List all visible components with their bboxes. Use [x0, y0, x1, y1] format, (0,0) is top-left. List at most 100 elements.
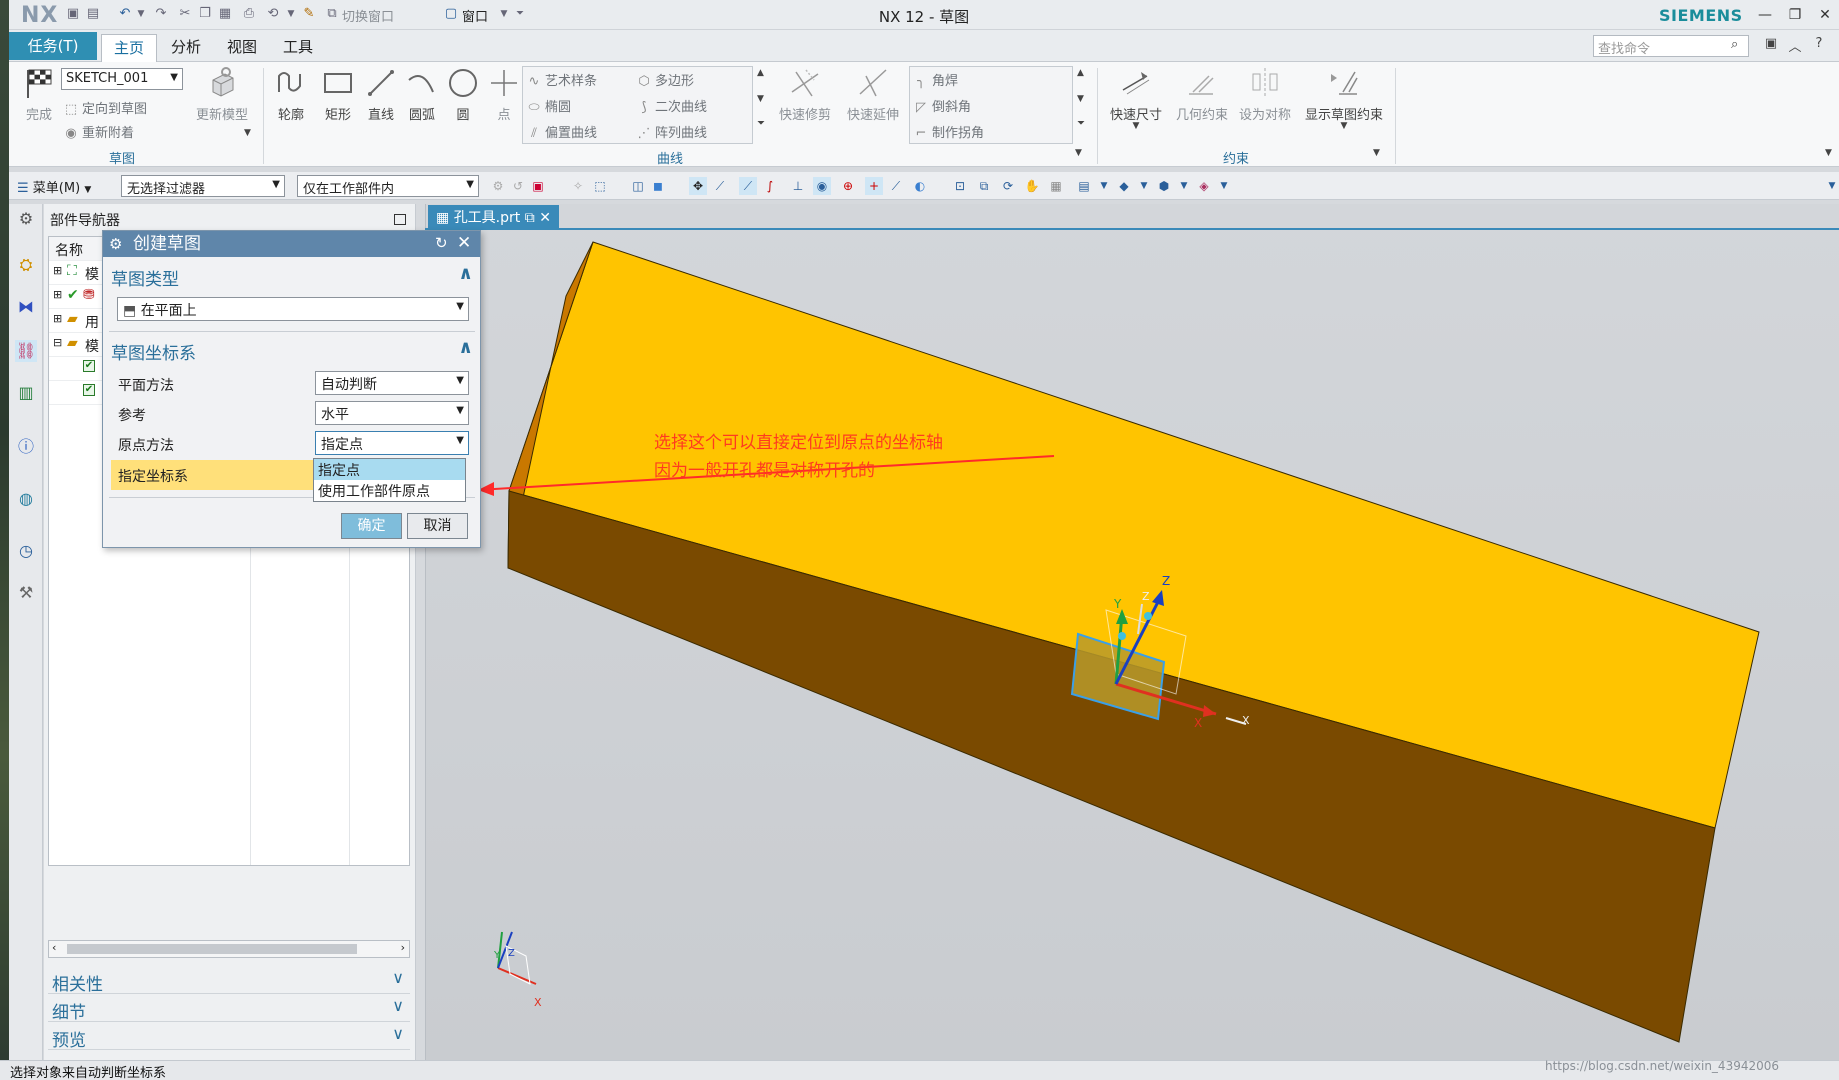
plane-method-select[interactable]: 自动判断 ▼: [315, 371, 469, 395]
checkbox-icon[interactable]: ✔: [83, 360, 95, 372]
box-select-icon[interactable]: ◫: [629, 177, 647, 195]
fillet-button[interactable]: ╮ 角焊: [914, 70, 958, 89]
rotation-handle[interactable]: [1144, 612, 1152, 620]
fit-view-icon[interactable]: ⊡: [951, 177, 969, 195]
tab-home[interactable]: 主页: [101, 34, 158, 62]
undo-icon[interactable]: ↶: [117, 6, 133, 22]
part-navigator-icon[interactable]: ⛭: [15, 254, 37, 276]
on-curve-snap-icon[interactable]: ⟋: [739, 177, 757, 195]
conic-button[interactable]: ⟆ 二次曲线: [637, 96, 707, 115]
update-model-button[interactable]: 更新模型: [191, 66, 253, 123]
window-menu-dropdown-icon[interactable]: ▼: [496, 6, 512, 22]
dependencies-panel-header[interactable]: 相关性 ∨: [48, 968, 410, 995]
sketch-name-select[interactable]: SKETCH_001 ▼: [61, 68, 183, 90]
help-icon[interactable]: ?: [1809, 36, 1829, 56]
restore-icon[interactable]: ❐: [1783, 4, 1807, 26]
center-snap-icon[interactable]: ◉: [813, 177, 831, 195]
lasso-icon[interactable]: ✧: [569, 177, 587, 195]
task-menu-button[interactable]: 任务(T): [9, 32, 97, 60]
switch-window-icon[interactable]: ⧉: [324, 6, 340, 22]
column-header-name[interactable]: 名称: [55, 240, 83, 260]
cancel-button[interactable]: 取消: [407, 513, 468, 539]
undo-dropdown-icon[interactable]: ▼: [133, 6, 149, 22]
pattern-curve-button[interactable]: ⋰ 阵列曲线: [637, 122, 708, 141]
gallery-expand-icon[interactable]: ⏷: [757, 118, 765, 129]
quick-extend-button[interactable]: 快速延伸: [843, 66, 903, 123]
finish-sketch-button[interactable]: 完成: [19, 66, 59, 123]
toolbar-more-icon[interactable]: ▼: [1823, 177, 1839, 195]
dialog-title[interactable]: 创建草图: [103, 231, 480, 257]
close-window-icon[interactable]: ✕: [1813, 4, 1837, 26]
display-sketch-constraints-button[interactable]: 显示草图约束 ▼: [1299, 66, 1389, 131]
scrollbar-thumb[interactable]: [67, 944, 357, 954]
window-menu[interactable]: 窗口: [462, 6, 488, 25]
pan-icon[interactable]: ✋: [1023, 177, 1041, 195]
gallery-scroll-down-icon[interactable]: ▼: [757, 94, 764, 104]
assembly-navigator-icon[interactable]: ⧓: [15, 296, 37, 318]
dropdown-option-work-part-origin[interactable]: 使用工作部件原点: [314, 480, 465, 501]
collapse-icon[interactable]: ⊟: [53, 336, 62, 349]
constraint-navigator-icon[interactable]: ⛓: [15, 340, 37, 362]
tab-analysis[interactable]: 分析: [159, 34, 213, 62]
render-style-icon[interactable]: ▤: [1075, 177, 1093, 195]
rotate-icon[interactable]: ⟳: [999, 177, 1017, 195]
existing-point-snap-icon[interactable]: ⟋: [887, 177, 905, 195]
view-orientation-icon[interactable]: ⬢: [1155, 177, 1173, 195]
tab-view[interactable]: 视图: [215, 34, 269, 62]
orient-to-sketch-button[interactable]: ⬚ 定向到草图: [64, 98, 147, 117]
rectangle-button[interactable]: 矩形: [318, 66, 358, 123]
ribbon-more-icon[interactable]: ▼: [1825, 148, 1832, 158]
intersection-snap-icon[interactable]: +: [865, 177, 883, 195]
document-tab[interactable]: ▦ 孔工具.prt ⧉ ✕: [428, 205, 559, 229]
roles-icon[interactable]: ⚒: [15, 582, 37, 604]
selection-filter-select[interactable]: 无选择过滤器 ▼: [121, 175, 285, 197]
end-point-snap-icon[interactable]: ✥: [689, 177, 707, 195]
studio-spline-button[interactable]: ∿ 艺术样条: [527, 70, 597, 89]
history-icon[interactable]: ◷: [15, 540, 37, 562]
circle-button[interactable]: 圆: [443, 66, 483, 123]
quadrant-snap-icon[interactable]: ⊕: [839, 177, 857, 195]
model-view[interactable]: [426, 204, 1839, 1060]
scroll-left-icon[interactable]: ‹: [52, 941, 56, 954]
offset-curve-button[interactable]: ⫽ 偏置曲线: [527, 122, 597, 141]
chevron-up-icon[interactable]: ∧: [458, 263, 473, 284]
chevron-up-icon[interactable]: ∧: [458, 337, 473, 358]
ellipse-button[interactable]: ⬭ 椭圆: [527, 96, 571, 115]
close-tab-icon[interactable]: ✕: [539, 210, 551, 226]
quick-access-customize-icon[interactable]: ⏷: [512, 6, 528, 22]
rapid-dimension-button[interactable]: 快速尺寸 ▼: [1101, 66, 1171, 131]
switch-window-label[interactable]: 切换窗口: [342, 6, 394, 25]
ribbon-options-icon[interactable]: ▣: [1761, 36, 1781, 56]
copy-icon[interactable]: ❐: [197, 6, 213, 22]
specify-csys-row[interactable]: 指定坐标系: [111, 460, 316, 490]
chamfer-button[interactable]: ◸ 倒斜角: [914, 96, 971, 115]
corner-scroll-up-icon[interactable]: ▲: [1077, 68, 1084, 78]
corner-expand-icon[interactable]: ⏷: [1077, 118, 1085, 129]
cut-icon[interactable]: ✂: [177, 6, 193, 22]
expand-icon[interactable]: ⊞: [53, 288, 62, 301]
web-browser-icon[interactable]: ◍: [15, 488, 37, 510]
preview-panel-header[interactable]: 预览 ∨: [48, 1024, 410, 1051]
sketch-csys-section-header[interactable]: 草图坐标系 ∧: [111, 337, 473, 365]
render-style-dropdown-icon[interactable]: ▼: [1095, 177, 1113, 195]
origin-method-select[interactable]: 指定点 ▼: [315, 431, 469, 455]
sketch-type-section-header[interactable]: 草图类型 ∧: [111, 263, 473, 291]
solid-body-icon[interactable]: ◼: [649, 177, 667, 195]
orient-icon[interactable]: ▦: [1047, 177, 1065, 195]
background-icon[interactable]: ◆: [1115, 177, 1133, 195]
minimize-icon[interactable]: —: [1753, 4, 1777, 26]
rectangle-select-icon[interactable]: ⬚: [591, 177, 609, 195]
point-button[interactable]: 点: [484, 66, 524, 123]
search-icon[interactable]: ⌕: [1731, 37, 1738, 52]
profile-button[interactable]: 轮廓: [271, 66, 311, 123]
mid-point-snap-icon[interactable]: ⟋: [711, 177, 729, 195]
filter-settings-icon[interactable]: ⚙: [489, 177, 507, 195]
repeat-dropdown-icon[interactable]: ▼: [283, 6, 299, 22]
curve-group-expand-icon[interactable]: ▼: [1075, 148, 1082, 158]
command-search-input[interactable]: 查找命令: [1593, 35, 1749, 57]
ok-button[interactable]: 确定: [341, 513, 402, 539]
sketch-group-expand-icon[interactable]: ▼: [244, 128, 251, 138]
gallery-scroll-up-icon[interactable]: ▲: [757, 68, 764, 78]
expand-icon[interactable]: ⊞: [53, 264, 62, 277]
paste-icon[interactable]: ▦: [217, 6, 233, 22]
